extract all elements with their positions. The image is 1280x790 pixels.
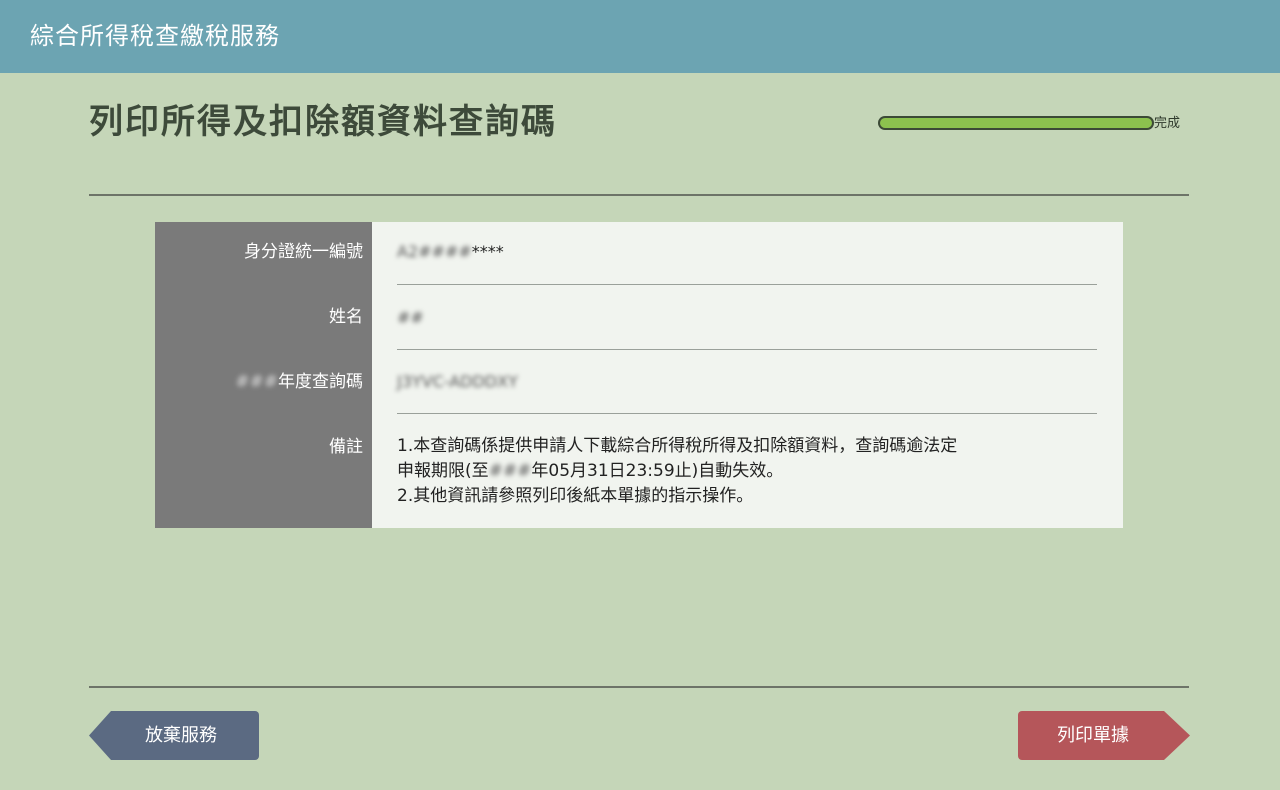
code-label: ###年度查詢碼 [155,371,372,393]
row-separator [397,413,1097,414]
note-label: 備註 [329,437,363,457]
note-line-2-masked: ### [488,461,532,481]
name-value: ## [397,306,1097,330]
note-line-3: 2.其他資訊請參照列印後紙本單據的指示操作。 [397,486,754,506]
note-value: 1.本查詢碼係提供申請人下載綜合所得稅所得及扣除額資料，查詢碼逾法定 申報期限(… [397,434,1117,509]
id-value: A2####**** [397,240,1097,264]
abandon-service-button[interactable]: 放棄服務 [89,711,259,760]
code-value: J3YVC-ADDDXY [397,370,1097,394]
note-line-2-prefix: 申報期限(至 [397,461,489,481]
app-header: 綜合所得稅查繳稅服務 [0,0,1280,73]
name-label: 姓名 [329,307,363,327]
app-title: 綜合所得稅查繳稅服務 [30,22,280,50]
progress-track [878,116,1154,130]
id-value-masked: A2#### [397,242,472,261]
progress-label: 完成 [1154,116,1181,131]
row-separator [397,349,1097,350]
note-line-2-suffix: 年05月31日23:59止)自動失效。 [531,461,784,481]
progress-indicator: 完成 [878,115,1188,131]
code-label-suffix: 年度查詢碼 [278,372,363,392]
print-receipt-button[interactable]: 列印單據 [1018,711,1190,760]
page-title: 列印所得及扣除額資料查詢碼 [89,102,557,142]
id-value-suffix: **** [471,242,504,261]
note-line-1: 1.本查詢碼係提供申請人下載綜合所得稅所得及扣除額資料，查詢碼逾法定 [397,436,958,456]
top-divider [89,194,1189,196]
progress-fill [880,118,1152,128]
bottom-divider [89,686,1189,688]
info-table: 身分證統一編號 A2####**** 姓名 ## ###年度查詢碼 J3YVC-… [155,222,1123,528]
value-column: 身分證統一編號 A2####**** 姓名 ## ###年度查詢碼 J3YVC-… [235,222,1123,528]
code-value-masked: J3YVC-ADDDXY [397,372,518,391]
row-separator [397,284,1097,285]
name-value-masked: ## [397,308,424,327]
id-label: 身分證統一編號 [244,242,363,262]
code-label-masked: ### [235,372,278,392]
note-line-2: 申報期限(至###年05月31日23:59止)自動失效。 [397,459,1117,484]
